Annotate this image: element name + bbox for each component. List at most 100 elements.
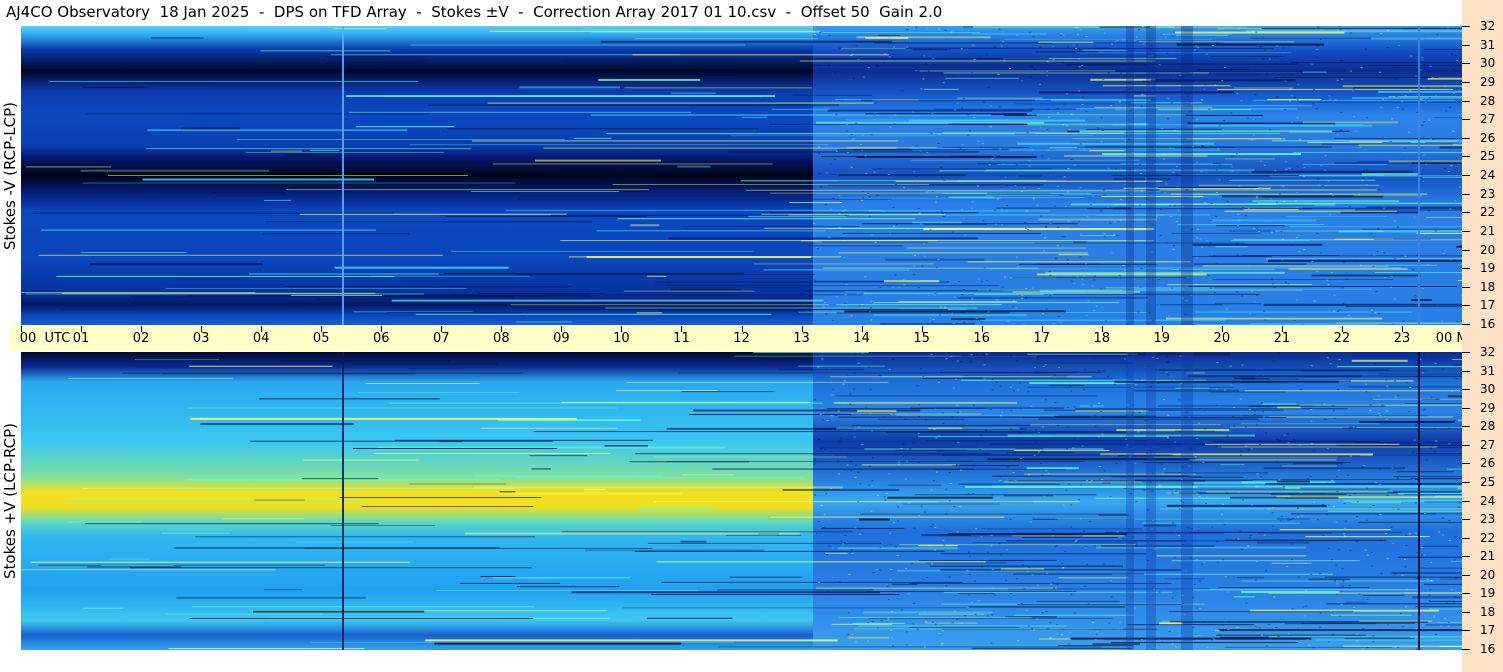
- noise-speckle: [859, 533, 862, 535]
- noise-speckle: [833, 71, 836, 73]
- freq-tick-label: 31: [1480, 363, 1496, 378]
- noise-speckle: [1084, 368, 1087, 370]
- rfi-streak: [1036, 114, 1187, 117]
- noise-speckle: [889, 579, 892, 581]
- noise-speckle: [857, 426, 860, 428]
- rfi-streak: [49, 80, 419, 82]
- rfi-streak: [1215, 634, 1366, 636]
- freq-tick-label: 19: [1480, 586, 1496, 601]
- rfi-streak: [635, 453, 992, 455]
- noise-speckle: [870, 319, 873, 321]
- freq-tick-label: 20: [1480, 242, 1496, 257]
- noise-speckle: [973, 580, 976, 582]
- rfi-streak: [1397, 556, 1462, 558]
- noise-speckle: [1029, 76, 1032, 78]
- noise-speckle: [1373, 254, 1376, 256]
- rfi-streak: [83, 607, 124, 609]
- noise-speckle: [1386, 410, 1389, 412]
- noise-speckle: [1219, 28, 1222, 30]
- noise-speckle: [931, 191, 934, 193]
- noise-speckle: [970, 304, 973, 306]
- noise-speckle: [1169, 78, 1172, 80]
- noise-speckle: [1106, 64, 1109, 66]
- noise-speckle: [941, 412, 944, 414]
- rfi-streak: [584, 549, 765, 551]
- noise-speckle: [842, 402, 845, 404]
- noise-speckle: [1028, 165, 1031, 167]
- time-tick-label: 16: [973, 331, 990, 346]
- noise-speckle: [950, 31, 953, 33]
- noise-speckle: [832, 197, 835, 199]
- rfi-streak: [1416, 453, 1462, 455]
- noise-speckle: [1260, 476, 1263, 478]
- noise-speckle: [931, 321, 934, 323]
- noise-speckle: [1244, 215, 1247, 217]
- rfi-streak: [1299, 101, 1462, 103]
- noise-speckle: [1051, 535, 1054, 537]
- noise-speckle: [935, 267, 938, 269]
- noise-speckle: [929, 49, 932, 51]
- noise-speckle: [1221, 630, 1224, 632]
- rfi-streak: [1393, 476, 1462, 478]
- noise-speckle: [1109, 580, 1112, 582]
- noise-speckle: [1085, 263, 1088, 265]
- noise-speckle: [1328, 641, 1331, 643]
- noise-speckle: [866, 640, 869, 642]
- rfi-streak: [529, 455, 588, 457]
- rfi-streak: [285, 154, 342, 156]
- noise-speckle: [1359, 264, 1362, 266]
- rfi-streak: [147, 129, 408, 132]
- rfi-streak: [330, 524, 436, 526]
- noise-speckle: [1433, 614, 1436, 616]
- noise-speckle: [1307, 478, 1310, 480]
- noise-speckle: [994, 46, 997, 48]
- noise-speckle: [1021, 80, 1024, 82]
- noise-speckle: [1422, 288, 1425, 290]
- rfi-streak: [213, 192, 286, 194]
- noise-speckle: [1278, 439, 1281, 441]
- rfi-streak: [916, 613, 985, 615]
- noise-speckle: [1282, 139, 1285, 141]
- rfi-streak: [899, 544, 1136, 546]
- rfi-streak: [908, 148, 993, 150]
- noise-speckle: [980, 566, 983, 568]
- noise-speckle: [1368, 496, 1371, 498]
- rfi-streak: [517, 198, 892, 200]
- noise-speckle: [1399, 612, 1402, 614]
- noise-speckle: [1336, 491, 1339, 493]
- rfi-streak: [943, 591, 1173, 593]
- rfi-streak: [543, 147, 897, 149]
- noise-speckle: [844, 535, 847, 537]
- noise-speckle: [1299, 389, 1302, 391]
- noise-speckle: [1275, 626, 1278, 628]
- rfi-streak: [1134, 288, 1372, 290]
- noise-speckle: [1254, 579, 1257, 581]
- rfi-streak: [1352, 87, 1422, 89]
- noise-speckle: [993, 209, 996, 211]
- noise-speckle: [1118, 621, 1121, 623]
- rfi-streak: [943, 72, 1210, 74]
- noise-speckle: [1046, 572, 1049, 574]
- noise-speckle: [1275, 461, 1278, 463]
- noise-speckle: [989, 126, 992, 128]
- rfi-streak: [807, 245, 904, 247]
- noise-speckle: [1391, 118, 1394, 120]
- noise-speckle: [1193, 189, 1196, 191]
- noise-speckle: [1203, 202, 1206, 204]
- noise-speckle: [1076, 251, 1079, 253]
- noise-speckle: [1346, 474, 1349, 476]
- rfi-streak: [516, 274, 815, 276]
- noise-speckle: [826, 172, 829, 174]
- noise-speckle: [882, 210, 885, 212]
- freq-tick-label: 27: [1480, 437, 1496, 452]
- rfi-streak: [1330, 614, 1412, 616]
- noise-speckle: [1422, 356, 1425, 358]
- noise-speckle: [938, 451, 941, 453]
- noise-speckle: [1049, 637, 1052, 639]
- rfi-streak: [661, 581, 963, 583]
- noise-speckle: [1236, 254, 1239, 256]
- rfi-streak: [831, 623, 893, 625]
- noise-speckle: [1422, 181, 1425, 183]
- noise-speckle: [1455, 55, 1458, 57]
- noise-speckle: [1252, 208, 1255, 210]
